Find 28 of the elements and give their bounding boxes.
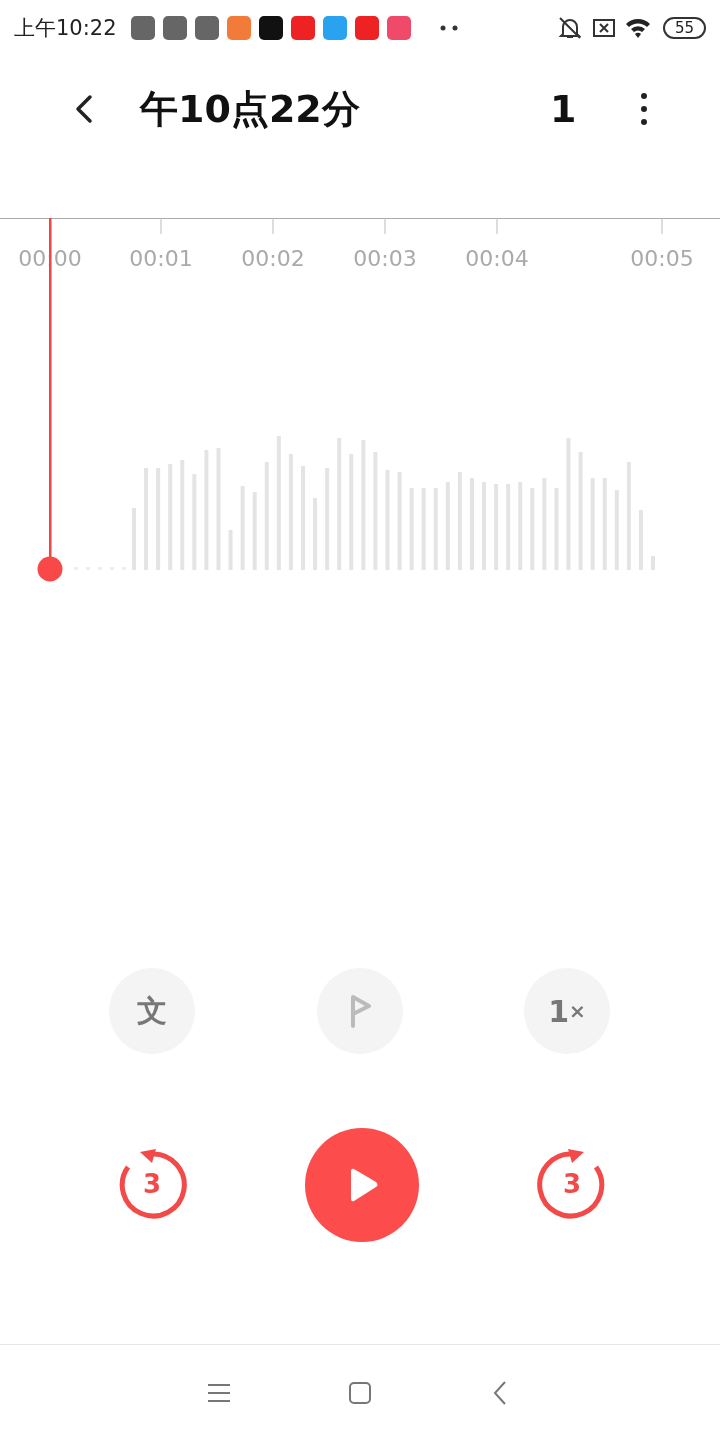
time-tick-label: 00:05 [630,246,694,271]
app-notification-icon [386,16,411,40]
app-notification-icon [194,16,219,40]
app-notification-icon [226,16,251,40]
no-sim-icon [590,16,617,40]
home-icon[interactable] [347,1380,373,1406]
app-notification-icon [354,16,379,40]
battery-level: 55 [662,17,706,39]
speed-button[interactable]: 1× [524,968,610,1054]
muted-bell-icon [556,16,583,40]
time-tick-label: 00:02 [241,246,305,271]
transcribe-button[interactable]: 文 [109,968,195,1054]
wifi-icon [624,16,651,40]
app-notification-icon [322,16,347,40]
status-time: 上午10:22 [14,15,117,42]
app-notification-icon [130,16,155,40]
more-icon [641,93,648,125]
rewind-button[interactable]: 3 [116,1149,188,1221]
time-tick-label: 00:01 [129,246,193,271]
forward-button[interactable]: 3 [536,1149,608,1221]
more-notifications-icon [438,25,459,31]
app-notification-icon [258,16,283,40]
time-tick-label: 00:04 [465,246,529,271]
app-notification-icon [162,16,187,40]
time-tick-label: 00:03 [353,246,417,271]
app-notification-icon [290,16,315,40]
recording-title: 午10点22分 [140,85,361,133]
recording-date: 1 [550,87,577,131]
